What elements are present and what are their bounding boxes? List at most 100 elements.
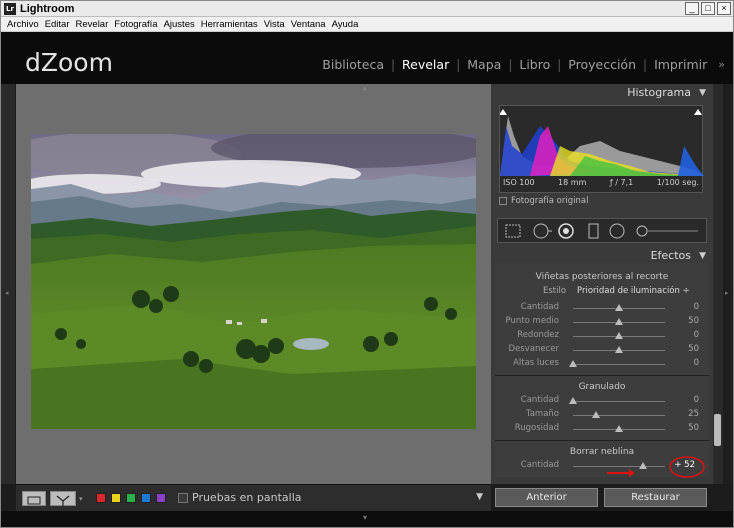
highlight-annotation xyxy=(607,456,705,478)
right-panel-toggle[interactable]: ▸ xyxy=(723,84,733,484)
color-label-yellow[interactable] xyxy=(111,493,121,503)
slider-row: Desvanecer 50 xyxy=(495,344,709,356)
slider-value[interactable]: 0 xyxy=(694,330,699,340)
grain-section-title: Granulado xyxy=(578,382,626,392)
menu-herramientas[interactable]: Herramientas xyxy=(201,19,258,30)
aperture-value: ƒ / 7,1 xyxy=(609,178,634,187)
slider-value[interactable]: 50 xyxy=(688,344,699,354)
identity-logo: dZoom xyxy=(25,48,113,77)
spot-removal-icon[interactable] xyxy=(533,223,552,239)
left-panel-toggle[interactable]: ◂ xyxy=(1,84,15,484)
graduated-filter-icon[interactable] xyxy=(588,223,599,239)
slider-value[interactable]: 0 xyxy=(694,302,699,312)
previous-button[interactable]: Anterior xyxy=(495,488,598,507)
landscape-photo[interactable] xyxy=(31,134,476,429)
slider-value[interactable]: 0 xyxy=(694,395,699,405)
module-libro[interactable]: Libro xyxy=(512,57,557,72)
slider-row: Redondez 0 xyxy=(495,330,709,342)
maximize-button[interactable]: □ xyxy=(701,2,715,15)
before-after-button[interactable] xyxy=(50,491,76,506)
collapse-effects-icon: ▼ xyxy=(699,251,706,261)
scrollbar-thumb[interactable] xyxy=(714,414,721,446)
module-proyeccion[interactable]: Proyección xyxy=(561,57,643,72)
vignette-style-select[interactable]: Prioridad de iluminación ÷ xyxy=(577,286,690,296)
right-panel-scrollbar[interactable] xyxy=(713,84,723,484)
menu-ajustes[interactable]: Ajustes xyxy=(164,19,195,30)
color-label-purple[interactable] xyxy=(156,493,166,503)
slider-label: Cantidad xyxy=(520,302,559,312)
slider-knob[interactable] xyxy=(615,332,623,339)
slider-knob[interactable] xyxy=(569,397,577,404)
menu-vista[interactable]: Vista xyxy=(264,19,285,30)
slider-track[interactable] xyxy=(573,401,665,402)
section-divider xyxy=(495,440,709,441)
menu-revelar[interactable]: Revelar xyxy=(76,19,109,30)
slider-knob[interactable] xyxy=(615,318,623,325)
slider-label: Altas luces xyxy=(513,358,559,368)
slider-row: Punto medio 50 xyxy=(495,316,709,328)
slider-knob[interactable] xyxy=(615,304,623,311)
expand-left-icon: ◂ xyxy=(5,289,9,297)
exif-info: ISO 100 18 mm ƒ / 7,1 1/100 seg. xyxy=(499,178,703,192)
before-after-icon xyxy=(56,495,70,506)
crop-tool-icon[interactable] xyxy=(505,224,521,238)
menu-bar: Archivo Editar Revelar Fotografía Ajuste… xyxy=(1,17,733,32)
top-panel-toggle-icon[interactable]: ▴ xyxy=(363,84,367,92)
iso-value: ISO 100 xyxy=(503,178,535,187)
histogram-graph xyxy=(499,109,704,176)
toolbar-menu-icon[interactable]: ▼ xyxy=(476,492,483,502)
section-divider xyxy=(495,375,709,376)
radial-filter-icon[interactable] xyxy=(609,223,625,239)
bottom-panel-toggle-icon[interactable]: ▾ xyxy=(363,513,367,522)
title-bar: Lr Lightroom _ □ × xyxy=(1,1,733,17)
slider-knob[interactable] xyxy=(615,346,623,353)
adjustment-brush-icon[interactable] xyxy=(636,225,698,237)
slider-row: Altas luces 0 xyxy=(495,358,709,370)
slider-knob[interactable] xyxy=(615,425,623,432)
slider-row: Rugosidad 50 xyxy=(495,423,709,435)
slider-value[interactable]: 50 xyxy=(688,423,699,433)
module-mapa[interactable]: Mapa xyxy=(460,57,508,72)
reset-button[interactable]: Restaurar xyxy=(604,488,707,507)
slider-track[interactable] xyxy=(573,364,665,365)
slider-value[interactable]: 25 xyxy=(688,409,699,419)
menu-editar[interactable]: Editar xyxy=(45,19,70,30)
original-photo-label: Fotografía original xyxy=(511,196,589,206)
focal-length: 18 mm xyxy=(558,178,587,187)
menu-fotografia[interactable]: Fotografía xyxy=(114,19,157,30)
lightroom-app-icon: Lr xyxy=(4,2,16,15)
effects-header[interactable]: Efectos ▼ xyxy=(493,248,711,264)
slider-knob[interactable] xyxy=(569,360,577,367)
develop-tool-strip xyxy=(497,218,707,243)
menu-archivo[interactable]: Archivo xyxy=(7,19,39,30)
soft-proof-checkbox[interactable] xyxy=(178,493,188,503)
red-eye-icon[interactable] xyxy=(558,223,574,239)
slider-label: Cantidad xyxy=(520,460,559,470)
minimize-button[interactable]: _ xyxy=(685,2,699,15)
slider-value[interactable]: 0 xyxy=(694,358,699,368)
module-revelar[interactable]: Revelar xyxy=(395,57,456,72)
color-label-green[interactable] xyxy=(126,493,136,503)
original-photo-checkbox[interactable] xyxy=(499,197,507,205)
original-photo-toggle[interactable]: Fotografía original xyxy=(499,196,588,206)
slider-knob[interactable] xyxy=(592,411,600,418)
histogram-header[interactable]: Histograma ▼ xyxy=(493,85,711,101)
menu-ayuda[interactable]: Ayuda xyxy=(332,19,359,30)
slider-row: Cantidad 0 xyxy=(495,302,709,314)
before-after-dropdown-icon[interactable]: ▾ xyxy=(79,495,83,503)
loupe-view-button[interactable] xyxy=(22,491,46,506)
more-modules-icon[interactable]: » xyxy=(718,58,725,71)
vignette-style-row: Estilo Prioridad de iluminación ÷ xyxy=(495,286,709,298)
bottom-panel-bar: ▾ xyxy=(1,511,733,527)
lightroom-window: Lr Lightroom _ □ × Archivo Editar Revela… xyxy=(0,0,734,528)
slider-value[interactable]: 50 xyxy=(688,316,699,326)
menu-ventana[interactable]: Ventana xyxy=(291,19,326,30)
slider-track[interactable] xyxy=(573,415,665,416)
color-label-red[interactable] xyxy=(96,493,106,503)
module-biblioteca[interactable]: Biblioteca xyxy=(315,57,391,72)
soft-proof-label: Pruebas en pantalla xyxy=(192,491,302,504)
close-button[interactable]: × xyxy=(717,2,731,15)
color-label-blue[interactable] xyxy=(141,493,151,503)
module-imprimir[interactable]: Imprimir xyxy=(647,57,714,72)
window-controls: _ □ × xyxy=(685,2,731,15)
